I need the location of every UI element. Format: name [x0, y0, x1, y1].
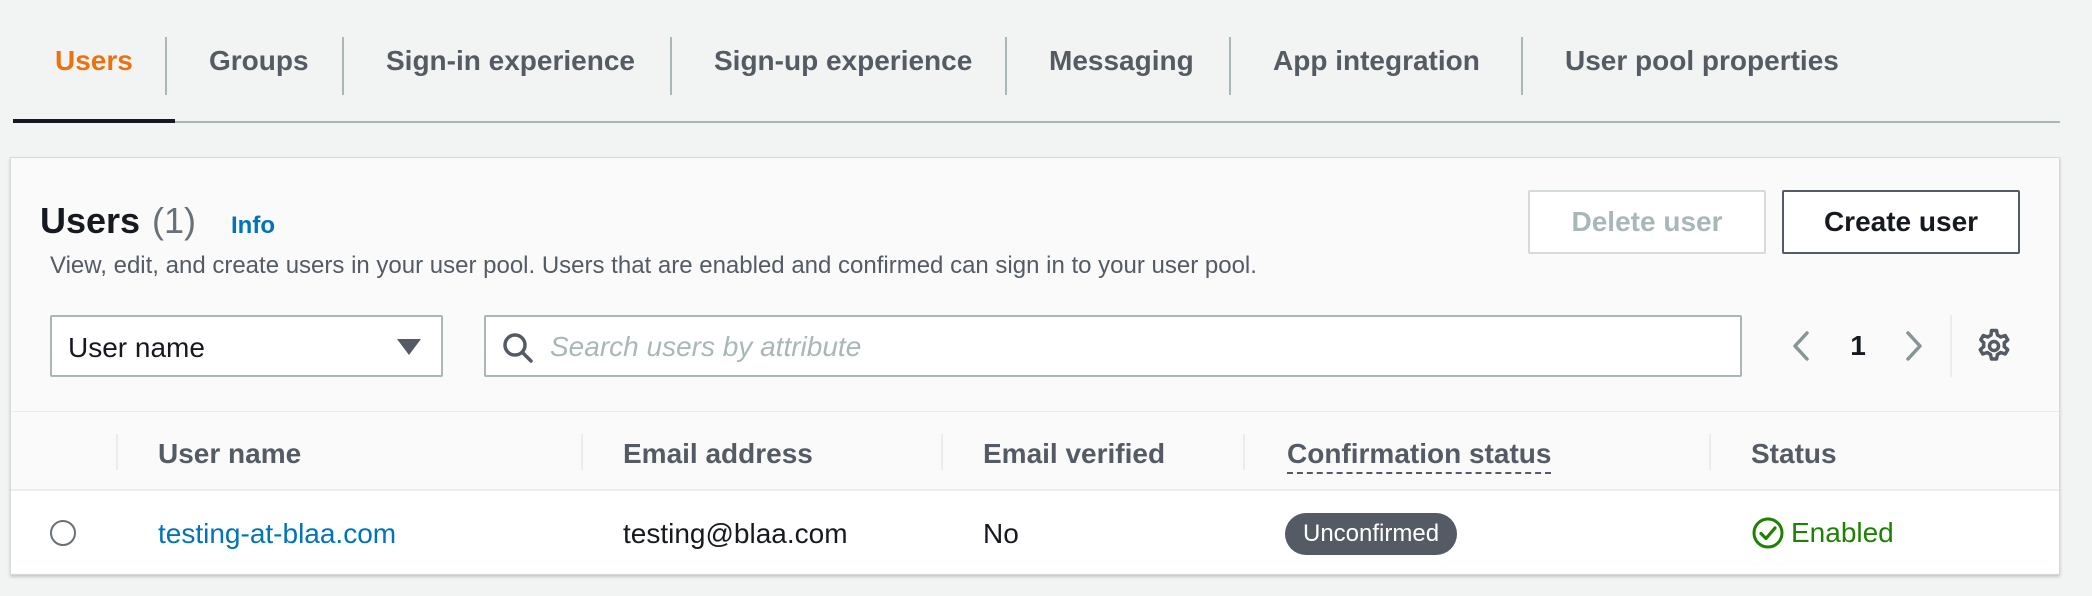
column-divider [941, 434, 943, 470]
search-icon [503, 333, 533, 363]
pager-divider [1950, 315, 1952, 377]
gear-icon[interactable] [1975, 327, 2013, 365]
tab-sign-in-experience[interactable]: Sign-in experience [344, 0, 677, 121]
column-divider [1709, 434, 1711, 470]
delete-user-button[interactable]: Delete user [1528, 190, 1766, 254]
column-divider [116, 434, 118, 470]
chevron-right-icon[interactable] [1895, 328, 1931, 364]
table-header: User name Email address Email verified C… [11, 411, 2059, 491]
email-cell: testing@blaa.com [623, 518, 848, 549]
tab-messaging[interactable]: Messaging [1007, 0, 1236, 121]
table-row: testing-at-blaa.com testing@blaa.com No … [11, 491, 2059, 573]
info-link[interactable]: Info [231, 212, 275, 240]
search-input[interactable] [548, 323, 1722, 371]
status-label: Enabled [1791, 517, 1894, 548]
check-circle-icon [1752, 517, 1784, 549]
column-divider [581, 434, 583, 470]
tab-bar: Users Groups Sign-in experience Sign-up … [13, 0, 2060, 123]
confirmation-status-badge: Unconfirmed [1285, 513, 1458, 555]
row-select-radio[interactable] [50, 520, 76, 546]
tab-groups[interactable]: Groups [167, 0, 351, 121]
email-verified-cell: No [983, 518, 1019, 549]
tab-users[interactable]: Users [13, 0, 175, 123]
user-count: (1) [152, 200, 196, 241]
status-cell: Enabled [1751, 516, 1894, 550]
attribute-select-value: User name [68, 332, 205, 363]
tab-sign-up-experience[interactable]: Sign-up experience [672, 0, 1014, 121]
search-box [484, 315, 1742, 377]
caret-down-icon [397, 339, 421, 355]
column-header-status[interactable]: Status [1751, 438, 1837, 470]
column-header-email-address[interactable]: Email address [623, 438, 813, 470]
create-user-button[interactable]: Create user [1782, 190, 2020, 254]
user-name-link[interactable]: testing-at-blaa.com [158, 518, 396, 550]
attribute-select[interactable]: User name [50, 315, 443, 377]
column-header-email-verified[interactable]: Email verified [983, 438, 1165, 470]
chevron-left-icon[interactable] [1784, 328, 1820, 364]
panel-description: View, edit, and create users in your use… [50, 252, 1257, 279]
tab-user-pool-properties[interactable]: User pool properties [1523, 0, 1881, 121]
page-title: Users [40, 200, 141, 241]
column-divider [1243, 434, 1245, 470]
column-header-user-name[interactable]: User name [158, 438, 301, 470]
page-number[interactable]: 1 [1848, 330, 1868, 362]
tab-app-integration[interactable]: App integration [1231, 0, 1522, 121]
column-header-confirmation-status[interactable]: Confirmation status [1287, 438, 1552, 474]
